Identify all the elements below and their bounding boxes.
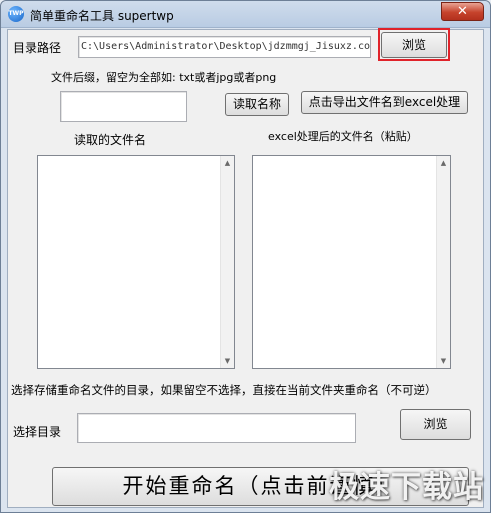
watermark-text: 极速下载站 xyxy=(329,470,484,505)
close-button[interactable]: ✕ xyxy=(441,2,484,21)
excel-names-list[interactable]: ▲ ▼ xyxy=(252,155,451,369)
suffix-hint-label: 文件后缀，留空为全部如: txt或者jpg或者png xyxy=(51,71,277,84)
excel-names-title: excel处理后的文件名（粘贴） xyxy=(268,130,418,143)
export-excel-button[interactable]: 点击导出文件名到excel处理 xyxy=(301,91,468,114)
read-names-title: 读取的文件名 xyxy=(74,133,147,147)
directory-path-input[interactable]: C:\Users\Administrator\Desktop\jdzmmgj_J… xyxy=(78,36,371,58)
app-logo-icon: TWP xyxy=(8,6,24,22)
read-names-scrollbar[interactable]: ▲ ▼ xyxy=(220,156,234,368)
app-window: TWP 简单重命名工具 supertwp ✕ 目录路径 C:\Users\Adm… xyxy=(0,0,491,513)
scroll-up-arrow-icon[interactable]: ▲ xyxy=(221,156,234,170)
output-dir-input[interactable] xyxy=(77,413,356,443)
scroll-up-arrow-icon[interactable]: ▲ xyxy=(437,156,450,170)
window-title: 简单重命名工具 supertwp xyxy=(30,9,174,23)
client-area: 目录路径 C:\Users\Administrator\Desktop\jdzm… xyxy=(7,28,484,508)
scroll-down-arrow-icon[interactable]: ▼ xyxy=(221,354,234,368)
title-bar[interactable]: TWP 简单重命名工具 supertwp ✕ xyxy=(1,1,490,28)
excel-names-scrollbar[interactable]: ▲ ▼ xyxy=(436,156,450,368)
read-names-list[interactable]: ▲ ▼ xyxy=(37,155,235,369)
suffix-input[interactable] xyxy=(60,91,187,122)
browse-output-button[interactable]: 浏览 xyxy=(400,409,471,440)
read-names-button[interactable]: 读取名称 xyxy=(225,93,289,116)
highlight-box xyxy=(378,28,450,61)
output-hint-label: 选择存储重命名文件的目录，如果留空不选择，直接在当前文件夹重命名（不可逆） xyxy=(11,383,437,397)
directory-label: 目录路径 xyxy=(13,41,62,55)
output-dir-label: 选择目录 xyxy=(13,425,62,439)
scroll-down-arrow-icon[interactable]: ▼ xyxy=(437,354,450,368)
